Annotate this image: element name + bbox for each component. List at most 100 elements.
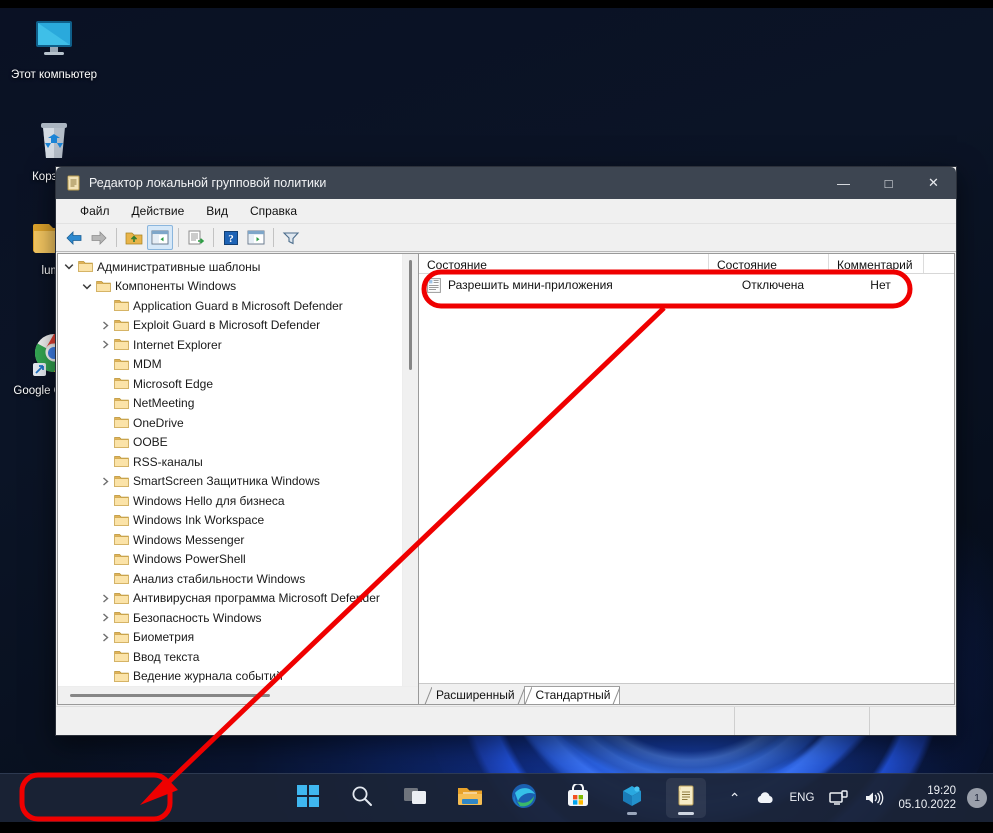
funnel-filter-icon[interactable]	[279, 226, 303, 249]
tree-node[interactable]: Windows Messenger	[58, 530, 402, 550]
speaker-icon[interactable]	[857, 785, 891, 811]
list-column-headers[interactable]: СостояниеСостояниеКомментарий	[419, 254, 954, 274]
tree-node[interactable]: Антивирусная программа Microsoft Defende…	[58, 589, 402, 609]
tree-node-label: Windows Hello для бизнеса	[130, 493, 288, 509]
tree-pane-icon[interactable]	[147, 225, 173, 250]
policy-tree[interactable]: Административные шаблоныКомпоненты Windo…	[58, 254, 402, 686]
tree-node[interactable]: Ввод текста	[58, 647, 402, 667]
tree-node[interactable]: RSS-каналы	[58, 452, 402, 472]
cube-app-icon	[620, 784, 644, 813]
tree-node[interactable]: OneDrive	[58, 413, 402, 433]
tree-node-label: Windows Ink Workspace	[130, 512, 267, 528]
close-button[interactable]: ✕	[911, 167, 956, 199]
tree-node[interactable]: Биометрия	[58, 628, 402, 648]
tree-node[interactable]: OOBE	[58, 433, 402, 453]
task-view-icon	[403, 784, 429, 813]
tab-standard[interactable]: Стандартный	[524, 686, 621, 704]
tab-advanced[interactable]: Расширенный	[425, 687, 524, 704]
taskbar-clock[interactable]: 19:20 05.10.2022	[892, 781, 964, 815]
gpedit-taskbar-button[interactable]	[666, 778, 706, 818]
folder-icon	[112, 436, 130, 449]
menu-item-file[interactable]: Файл	[70, 201, 120, 221]
tree-horizontal-scrollbar[interactable]	[58, 686, 418, 704]
tree-node-label: Windows PowerShell	[130, 551, 249, 567]
taskbar[interactable]: ⌃ ENG 19:20 05.10.2022 1	[0, 773, 993, 822]
tree-node[interactable]: Exploit Guard в Microsoft Defender	[58, 316, 402, 336]
table-row[interactable]: Разрешить мини-приложенияОтключенаНет	[419, 274, 954, 296]
tree-node[interactable]: Internet Explorer	[58, 335, 402, 355]
tree-node[interactable]: MDM	[58, 355, 402, 375]
tree-node[interactable]: SmartScreen Защитника Windows	[58, 472, 402, 492]
window-titlebar[interactable]: Редактор локальной групповой политики — …	[56, 167, 956, 199]
network-monitor-icon[interactable]	[822, 785, 856, 811]
search-icon	[350, 784, 374, 813]
tree-vertical-scrollbar[interactable]	[402, 254, 418, 686]
tree-node[interactable]: Windows Hello для бизнеса	[58, 491, 402, 511]
tab-label: Стандартный	[536, 688, 611, 702]
edge-button[interactable]	[504, 778, 544, 818]
tree-node[interactable]: Безопасность Windows	[58, 608, 402, 628]
language-indicator[interactable]: ENG	[783, 787, 822, 809]
tree-node[interactable]: NetMeeting	[58, 394, 402, 414]
tree-node-label: Анализ стабильности Windows	[130, 571, 308, 587]
column-header[interactable]: Состояние	[709, 254, 829, 273]
settings-list-rows[interactable]: Разрешить мини-приложенияОтключенаНет	[419, 274, 954, 683]
tree-node[interactable]: Административные шаблоны	[58, 257, 402, 277]
search-button[interactable]	[342, 778, 382, 818]
chevron-up-icon[interactable]: ⌃	[722, 785, 748, 812]
maximize-button[interactable]: □	[866, 167, 911, 199]
start-button[interactable]	[288, 778, 328, 818]
chevron-right-icon[interactable]	[98, 477, 112, 486]
export-list-icon[interactable]	[184, 226, 208, 249]
tree-node[interactable]: Windows Ink Workspace	[58, 511, 402, 531]
chevron-right-icon[interactable]	[98, 594, 112, 603]
tree-node[interactable]: Windows PowerShell	[58, 550, 402, 570]
back-arrow-icon[interactable]	[62, 226, 86, 249]
cloud-icon[interactable]	[749, 786, 782, 810]
tree-horizontal-scroll-thumb[interactable]	[70, 694, 270, 697]
tree-node[interactable]: Microsoft Edge	[58, 374, 402, 394]
properties-icon[interactable]	[244, 226, 268, 249]
running-indicator	[627, 812, 637, 815]
task-view-button[interactable]	[396, 778, 436, 818]
chevron-down-icon[interactable]	[80, 282, 94, 291]
folder-icon	[112, 631, 130, 644]
view-tabs[interactable]: Расширенный Стандартный	[419, 683, 954, 704]
mmc-scroll-icon	[66, 175, 81, 191]
tree-pane[interactable]: Административные шаблоныКомпоненты Windo…	[57, 253, 419, 705]
toolbar[interactable]: ?	[56, 224, 956, 252]
tree-vertical-scroll-thumb[interactable]	[409, 260, 412, 370]
chevron-right-icon[interactable]	[98, 613, 112, 622]
folder-icon	[457, 785, 483, 812]
window-body: Административные шаблоныКомпоненты Windo…	[56, 252, 956, 706]
folder-icon	[112, 611, 130, 624]
toolbar-separator	[273, 228, 274, 247]
tree-node[interactable]: Компоненты Windows	[58, 277, 402, 297]
settings-list-pane[interactable]: СостояниеСостояниеКомментарий Разрешить …	[419, 253, 955, 705]
menu-item-action[interactable]: Действие	[122, 201, 195, 221]
menu-item-help[interactable]: Справка	[240, 201, 307, 221]
chevron-right-icon[interactable]	[98, 321, 112, 330]
menubar[interactable]: Файл Действие Вид Справка	[56, 199, 956, 224]
folder-up-icon[interactable]	[122, 226, 146, 249]
column-header[interactable]: Комментарий	[829, 254, 924, 273]
tree-node-label: Exploit Guard в Microsoft Defender	[130, 317, 323, 333]
chevron-right-icon[interactable]	[98, 340, 112, 349]
microsoft-store-button[interactable]	[558, 778, 598, 818]
app-cube-button[interactable]	[612, 778, 652, 818]
notification-badge[interactable]: 1	[967, 788, 987, 808]
tree-node[interactable]: Ведение журнала событий	[58, 667, 402, 687]
file-explorer-button[interactable]	[450, 778, 490, 818]
minimize-button[interactable]: —	[821, 167, 866, 199]
tree-node[interactable]: Анализ стабильности Windows	[58, 569, 402, 589]
desktop-icon-this-pc[interactable]: Этот компьютер	[8, 18, 100, 82]
toolbar-separator	[178, 228, 179, 247]
menu-item-view[interactable]: Вид	[196, 201, 238, 221]
question-mark-icon[interactable]: ?	[219, 226, 243, 249]
tree-node[interactable]: Application Guard в Microsoft Defender	[58, 296, 402, 316]
column-header[interactable]: Состояние	[419, 254, 709, 273]
chevron-right-icon[interactable]	[98, 633, 112, 642]
group-policy-editor-window[interactable]: Редактор локальной групповой политики — …	[55, 166, 957, 736]
forward-arrow-icon[interactable]	[87, 226, 111, 249]
chevron-down-icon[interactable]	[62, 262, 76, 271]
